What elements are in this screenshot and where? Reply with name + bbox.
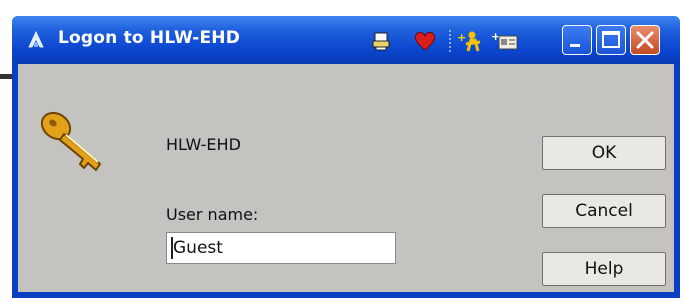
host-name: HLW-EHD — [166, 135, 241, 154]
background-line — [0, 74, 12, 79]
title-bar[interactable]: Logon to HLW-EHD + + — [12, 16, 680, 64]
help-button[interactable]: Help — [542, 252, 666, 286]
toolbar-separator — [448, 30, 452, 52]
network-icon — [28, 31, 44, 48]
minimize-button[interactable] — [562, 25, 592, 55]
username-label: User name: — [166, 205, 259, 224]
username-input[interactable] — [166, 232, 396, 264]
maximize-button[interactable] — [596, 25, 626, 55]
close-button[interactable] — [630, 25, 660, 55]
key-icon — [40, 111, 101, 171]
maximize-icon — [602, 31, 620, 48]
logon-window: Logon to HLW-EHD + + HLW-EHD User name: … — [12, 16, 680, 298]
heart-icon[interactable] — [412, 30, 438, 52]
add-card-icon[interactable]: + — [490, 30, 520, 52]
cancel-button[interactable]: Cancel — [542, 194, 666, 228]
close-icon — [636, 31, 654, 49]
svg-text:+: + — [457, 31, 466, 44]
dialog-body: HLW-EHD User name: OK Cancel Help — [18, 64, 674, 292]
add-user-icon[interactable]: + — [456, 30, 484, 52]
window-title: Logon to HLW-EHD — [58, 28, 241, 48]
text-cursor — [171, 237, 173, 259]
ok-button[interactable]: OK — [542, 136, 666, 170]
minimize-icon — [570, 44, 580, 47]
window-bottom-border — [12, 292, 680, 298]
printer-icon[interactable] — [370, 30, 392, 52]
